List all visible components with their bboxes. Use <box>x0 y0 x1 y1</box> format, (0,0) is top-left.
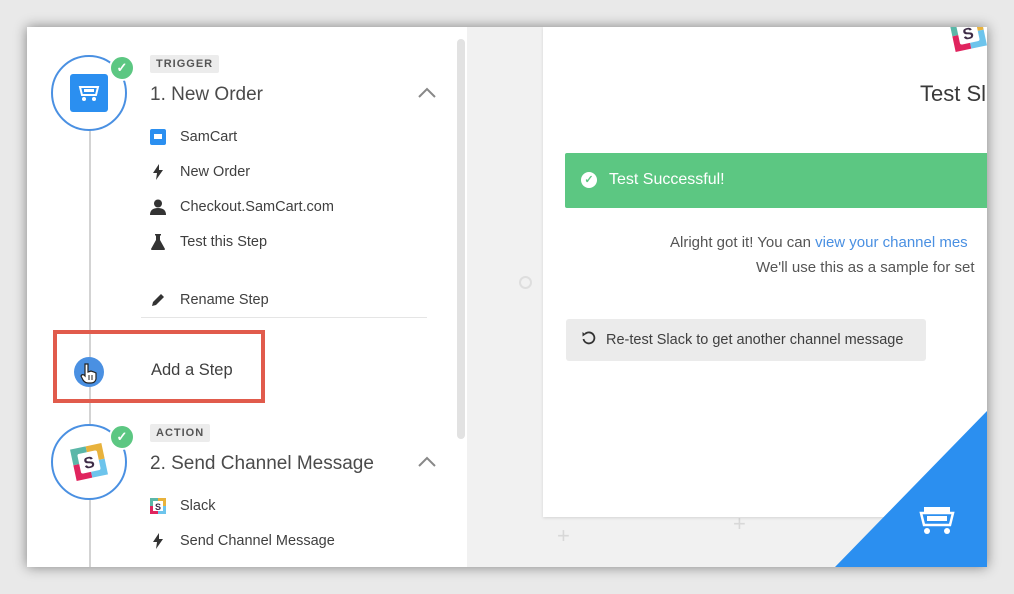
step-1-tag: TRIGGER <box>150 55 220 73</box>
lightning-icon <box>150 164 166 180</box>
app-window: ✓ TRIGGER 1. New Order SamCart New Order… <box>27 27 987 567</box>
samcart-logo-icon <box>70 74 108 112</box>
step-divider <box>141 317 427 318</box>
slack-logo-icon: S <box>70 443 108 481</box>
decorative-ring <box>519 276 532 289</box>
step-1-event-item[interactable]: New Order <box>150 162 250 182</box>
scrollbar[interactable] <box>457 39 465 439</box>
step-2-event-item[interactable]: Send Channel Message <box>150 531 335 551</box>
result-message-text: Alright got it! You can <box>670 234 816 251</box>
step-1-account-item[interactable]: Checkout.SamCart.com <box>150 197 334 217</box>
result-message-line-1: Alright got it! You can view your channe… <box>670 234 968 251</box>
step-1-account-label: Checkout.SamCart.com <box>180 199 334 215</box>
samcart-corner-badge[interactable] <box>835 411 987 567</box>
check-circle-icon: ✓ <box>581 172 597 188</box>
step-2-title[interactable]: 2. Send Channel Message <box>150 453 374 475</box>
view-channel-message-link[interactable]: view your channel mes <box>815 234 968 251</box>
result-message-line-2: We'll use this as a sample for set <box>756 259 975 276</box>
step-2-app-label: Slack <box>180 498 216 514</box>
slack-logo-icon: S <box>948 27 987 53</box>
retest-button[interactable]: Re-test Slack to get another channel mes… <box>566 319 926 361</box>
test-panel: + + S Test Sl ✓ Test Successful! Alright… <box>467 27 987 567</box>
test-heading: Test Sl <box>920 81 987 106</box>
step-1-title[interactable]: 1. New Order <box>150 84 263 106</box>
refresh-icon <box>582 331 596 349</box>
step-2-app-item[interactable]: S Slack <box>150 496 215 516</box>
slack-icon: S <box>150 498 166 514</box>
steps-panel: ✓ TRIGGER 1. New Order SamCart New Order… <box>27 27 467 567</box>
rename-step-label: Rename Step <box>180 292 269 308</box>
decorative-plus: + <box>557 523 570 548</box>
samcart-icon <box>150 129 166 145</box>
step-1-check-icon: ✓ <box>109 55 135 81</box>
rename-step-item[interactable]: Rename Step <box>150 290 269 310</box>
step-2-check-icon: ✓ <box>109 424 135 450</box>
step-2-event-label: Send Channel Message <box>180 533 335 549</box>
step-2-tag: ACTION <box>150 424 211 442</box>
flask-icon <box>150 234 166 250</box>
step-1-test-item[interactable]: Test this Step <box>150 232 267 252</box>
add-step-label[interactable]: Add a Step <box>151 361 233 380</box>
step-1-test-label: Test this Step <box>180 234 268 250</box>
step-1-app-label: SamCart <box>180 129 238 145</box>
hand-cursor-icon <box>80 363 97 384</box>
step-1-collapse-chevron-icon[interactable] <box>417 87 437 99</box>
user-icon <box>150 199 166 215</box>
step-1-event-label: New Order <box>180 164 251 180</box>
svg-text:S: S <box>155 502 161 512</box>
lightning-icon <box>150 533 166 549</box>
add-step-button[interactable] <box>74 357 104 387</box>
step-2-collapse-chevron-icon[interactable] <box>417 456 437 468</box>
success-banner: ✓ Test Successful! <box>565 153 987 208</box>
retest-button-label: Re-test Slack to get another channel mes… <box>606 332 904 348</box>
pencil-icon <box>150 292 166 308</box>
success-message: Test Successful! <box>609 171 725 188</box>
step-1-app-item[interactable]: SamCart <box>150 127 237 147</box>
